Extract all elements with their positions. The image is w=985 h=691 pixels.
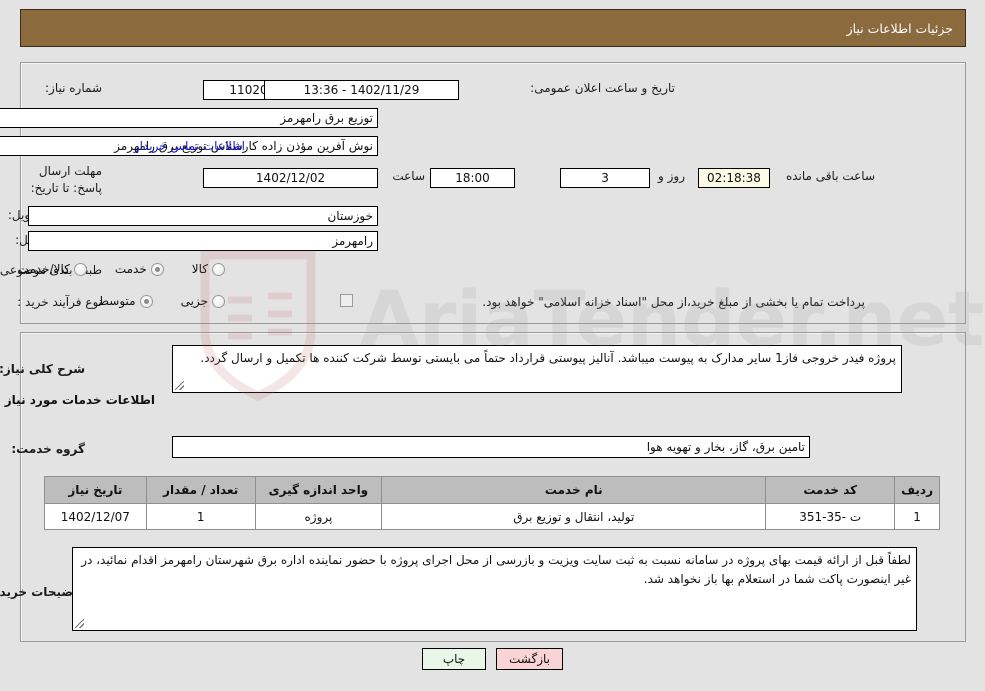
print-button[interactable]: چاپ — [422, 648, 486, 670]
service-group-label-row: گروه خدمت: — [11, 442, 85, 456]
buyer-org-field[interactable]: توزیع برق رامهرمز — [0, 108, 378, 128]
service-group-label: گروه خدمت: — [11, 442, 85, 456]
buyer-notes-value: لطفاً قبل از ارائه قیمت بهای پروژه در سا… — [81, 553, 911, 586]
cell-need-date: 1402/12/07 — [44, 503, 147, 530]
need-number-label-row: شماره نیاز: — [45, 81, 102, 95]
countdown-suffix: ساعت باقی مانده — [785, 169, 875, 183]
buyer-contact-link[interactable]: اطلاعات تماس خریدار — [134, 139, 245, 153]
description-value: پروژه فیدر خروجی فاز1 سایر مدارک به پیوس… — [200, 351, 896, 365]
service-group-field[interactable]: تامین برق، گاز، بخار و تهویه هوا — [172, 436, 810, 458]
radio-label: کالا — [191, 262, 208, 276]
description-textarea[interactable]: پروژه فیدر خروجی فاز1 سایر مدارک به پیوس… — [172, 345, 902, 393]
public-announce-field[interactable]: 1402/11/29 - 13:36 — [264, 80, 459, 100]
need-number-label: شماره نیاز: — [45, 81, 102, 95]
col-unit: واحد اندازه گیری — [254, 476, 383, 504]
table-row[interactable]: 1 ت -35-351 تولید، انتقال و توزیع برق پر… — [44, 503, 940, 530]
buyer-org-value: توزیع برق رامهرمز — [280, 111, 373, 125]
col-service-name: نام خدمت — [381, 476, 767, 504]
hour-label: ساعت — [392, 169, 425, 183]
public-announce-label-row: تاریخ و ساعت اعلان عمومی: — [530, 81, 675, 95]
hour-field[interactable]: 18:00 — [430, 168, 515, 188]
window-title-bar: جزئیات اطلاعات نیاز — [20, 9, 966, 47]
radio-icon-selected[interactable] — [150, 262, 164, 276]
description-label-row: شرح کلی نیاز: — [0, 362, 85, 376]
province-value: خوزستان — [327, 209, 373, 223]
radio-icon-selected[interactable] — [139, 294, 153, 308]
public-announce-label: تاریخ و ساعت اعلان عمومی: — [530, 81, 675, 95]
cell-service-name: تولید، انتقال و توزیع برق — [381, 503, 767, 530]
description-label: شرح کلی نیاز: — [0, 362, 85, 376]
footer-button-bar: بازگشت چاپ — [0, 648, 985, 670]
public-announce-value: 1402/11/29 - 13:36 — [303, 83, 420, 97]
cell-unit: پروژه — [254, 503, 383, 530]
service-group-value: تامین برق، گاز، بخار و تهویه هوا — [646, 440, 805, 454]
radio-option-kala-khedmat[interactable]: کالا/خدمت — [18, 262, 87, 276]
col-quantity: تعداد / مقدار — [145, 476, 256, 504]
countdown-value: 02:18:38 — [707, 171, 761, 185]
radio-option-motevaset[interactable]: متوسط — [98, 294, 153, 308]
treasury-checkbox-wrap[interactable] — [340, 294, 353, 307]
countdown-field[interactable]: 02:18:38 — [698, 168, 770, 188]
page-title: جزئیات اطلاعات نیاز — [846, 20, 953, 36]
cell-row-no: 1 — [894, 503, 940, 530]
province-field[interactable]: خوزستان — [28, 206, 378, 226]
countdown-suffix-row: ساعت باقی مانده — [786, 169, 875, 183]
radio-label: کالا/خدمت — [17, 262, 70, 276]
hour-label-row: ساعت — [392, 169, 425, 183]
radio-option-kala[interactable]: کالا — [192, 262, 225, 276]
col-service-code: کد خدمت — [765, 476, 896, 504]
deadline-label: مهلت ارسال پاسخ: تا تاریخ: — [30, 164, 102, 196]
treasury-text-row: پرداخت تمام یا بخشی از مبلغ خرید،از محل … — [482, 295, 865, 309]
services-section-heading: اطلاعات خدمات مورد نیاز — [4, 393, 155, 407]
cell-service-code: ت -35-351 — [765, 503, 896, 530]
deadline-date-value: 1402/12/02 — [255, 171, 326, 185]
treasury-text: پرداخت تمام یا بخشی از مبلغ خرید،از محل … — [482, 295, 865, 309]
radio-label: خدمت — [114, 262, 147, 276]
need-info-panel — [20, 62, 966, 324]
process-type-label: نوع فرآیند خرید : — [17, 295, 102, 309]
radio-label: متوسط — [97, 294, 136, 308]
city-value: رامهرمز — [332, 234, 373, 248]
radio-label: جزیی — [180, 294, 208, 308]
days-label: روز و — [658, 169, 685, 183]
page-root: AriaTender.net جزئیات اطلاعات نیاز شماره… — [0, 0, 985, 691]
deadline-label-row: مهلت ارسال پاسخ: تا تاریخ: — [17, 163, 102, 199]
treasury-checkbox[interactable] — [340, 294, 353, 307]
table-header-row: ردیف کد خدمت نام خدمت واحد اندازه گیری ت… — [44, 476, 940, 504]
days-remaining-value: 3 — [601, 171, 609, 185]
deadline-date-field[interactable]: 1402/12/02 — [203, 168, 378, 188]
col-need-date: تاریخ نیاز — [44, 476, 147, 504]
process-radio-group: جزیی متوسط — [98, 294, 225, 308]
category-radio-group: کالا خدمت کالا/خدمت — [18, 262, 225, 276]
cell-quantity: 1 — [145, 503, 256, 530]
process-label-row: نوع فرآیند خرید : — [17, 295, 102, 309]
radio-icon[interactable] — [212, 262, 225, 276]
col-row-no: ردیف — [894, 476, 940, 504]
days-label-row: روز و — [658, 169, 685, 183]
radio-option-khedmat[interactable]: خدمت — [115, 262, 164, 276]
hour-value: 18:00 — [455, 171, 490, 185]
days-remaining-field[interactable]: 3 — [560, 168, 650, 188]
services-table: ردیف کد خدمت نام خدمت واحد اندازه گیری ت… — [44, 476, 940, 530]
radio-option-jozi[interactable]: جزیی — [181, 294, 225, 308]
radio-icon[interactable] — [212, 294, 225, 308]
buyer-notes-textarea[interactable]: لطفاً قبل از ارائه قیمت بهای پروژه در سا… — [72, 547, 917, 631]
city-field[interactable]: رامهرمز — [28, 231, 378, 251]
back-button[interactable]: بازگشت — [496, 648, 563, 670]
radio-icon[interactable] — [73, 262, 87, 276]
